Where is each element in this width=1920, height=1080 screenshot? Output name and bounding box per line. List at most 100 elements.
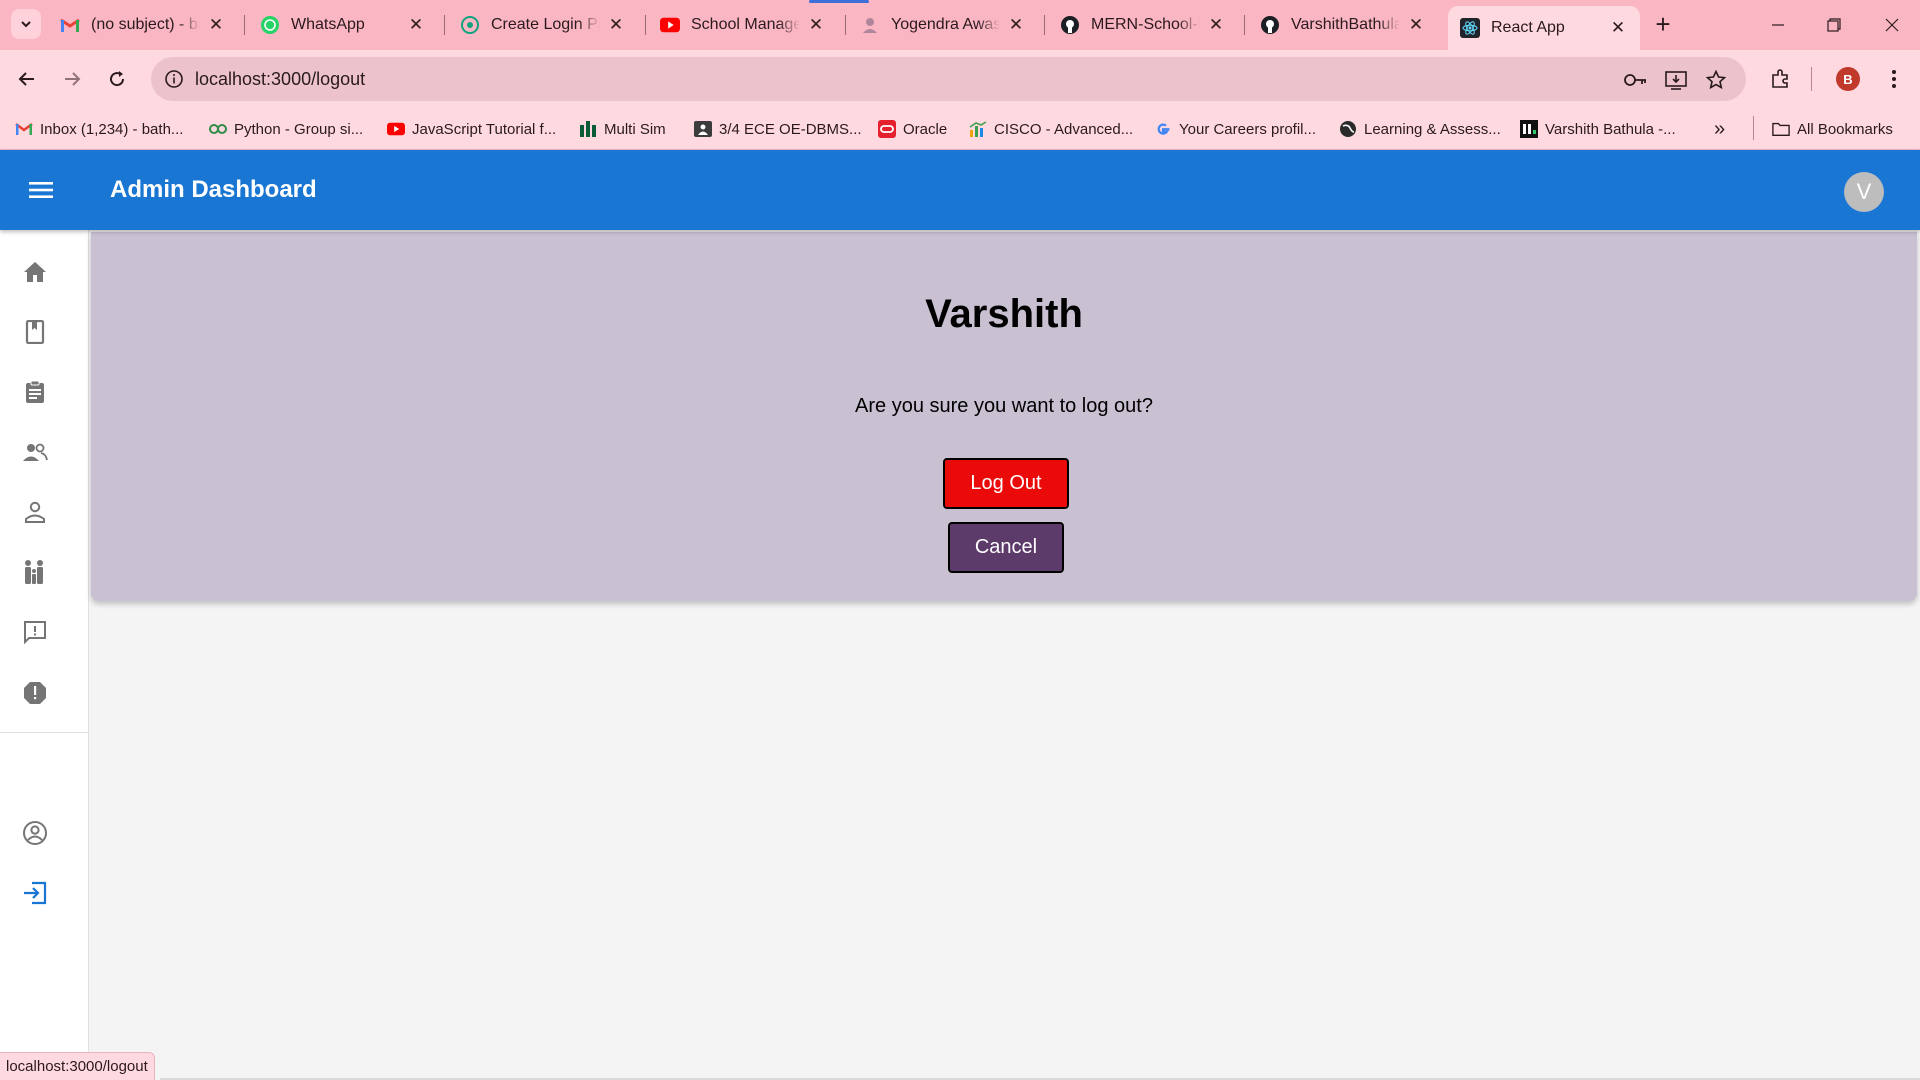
- bookmark-item[interactable]: CISCO - Advanced...: [969, 118, 1133, 140]
- browser-tab[interactable]: WhatsApp ✕: [248, 6, 438, 44]
- minimize-button[interactable]: [1750, 0, 1806, 50]
- extensions-icon[interactable]: [1767, 65, 1795, 93]
- sidebar-item-classes[interactable]: [20, 317, 50, 347]
- restore-button[interactable]: [1806, 0, 1862, 50]
- family-icon: [25, 560, 43, 584]
- browser-toolbar: localhost:3000/logout: [0, 50, 1920, 108]
- bookmark-label: JavaScript Tutorial f...: [412, 120, 557, 138]
- browser-tab[interactable]: School Management ✕: [648, 6, 838, 44]
- bookmark-item[interactable]: Python - Group si...: [209, 118, 363, 140]
- logout-button[interactable]: Log Out: [943, 458, 1069, 509]
- password-key-icon[interactable]: [1624, 68, 1648, 92]
- sidebar-item-subjects[interactable]: [20, 377, 50, 407]
- close-window-button[interactable]: [1864, 0, 1920, 50]
- cancel-button[interactable]: Cancel: [948, 522, 1064, 573]
- complaint-icon: [24, 682, 46, 704]
- bookmarks-bar: Inbox (1,234) - bath... Python - Group s…: [0, 108, 1920, 150]
- browser-tab[interactable]: VarshithBathula ✕: [1248, 6, 1438, 44]
- bookmarks-divider: [1753, 116, 1754, 140]
- browser-tab[interactable]: Create Login Page ✕: [448, 6, 638, 44]
- chart-icon: [969, 120, 987, 138]
- class-icon: [25, 320, 45, 344]
- user-name: Varshith: [925, 292, 1083, 336]
- sidebar-item-complaints[interactable]: [20, 678, 50, 708]
- close-icon[interactable]: ✕: [1608, 18, 1628, 38]
- minimize-icon: [1772, 24, 1784, 26]
- tab-search-button[interactable]: [11, 9, 41, 39]
- student-icon: [25, 501, 45, 523]
- bookmark-item[interactable]: Learning & Assess...: [1339, 118, 1501, 140]
- bookmark-item[interactable]: Multi Sim: [579, 118, 666, 140]
- info-icon[interactable]: [163, 68, 185, 90]
- close-icon[interactable]: ✕: [1206, 15, 1226, 35]
- gmail-icon: [60, 15, 80, 35]
- oracle-icon: [878, 120, 896, 138]
- bookmark-label: Python - Group si...: [234, 120, 364, 138]
- bookmark-item[interactable]: JavaScript Tutorial f...: [387, 118, 556, 140]
- bookmark-item[interactable]: Varshith Bathula -...: [1520, 118, 1676, 140]
- home-icon: [24, 262, 46, 282]
- reload-button[interactable]: [100, 62, 134, 96]
- youtube-icon: [387, 120, 405, 138]
- chatgpt-icon: [460, 15, 480, 35]
- avatar[interactable]: V: [1844, 172, 1884, 212]
- bookmark-label: Multi Sim: [604, 120, 666, 138]
- status-url-bubble: localhost:3000/logout: [0, 1052, 155, 1080]
- sidebar-item-students[interactable]: [20, 497, 50, 527]
- profile-avatar[interactable]: B: [1836, 67, 1860, 91]
- tab-loading-indicator: [809, 0, 869, 3]
- classroom-icon: [694, 120, 712, 138]
- sidebar-item-family[interactable]: [20, 557, 50, 587]
- close-icon[interactable]: ✕: [1406, 15, 1426, 35]
- close-icon: [1885, 18, 1899, 32]
- github-icon: [1060, 15, 1080, 35]
- close-icon[interactable]: ✕: [206, 15, 226, 35]
- logout-icon: [24, 881, 47, 905]
- logout-confirmation-text: Are you sure you want to log out?: [855, 395, 1153, 417]
- sidebar-item-profile[interactable]: [20, 818, 50, 848]
- tab-separator: [244, 15, 245, 35]
- bookmark-label: 3/4 ECE OE-DBMS...: [719, 120, 862, 138]
- globe-icon: [1339, 120, 1357, 138]
- close-icon[interactable]: ✕: [806, 15, 826, 35]
- tab-title: Create Login Page: [491, 16, 600, 33]
- bookmark-item[interactable]: Inbox (1,234) - bath...: [15, 118, 183, 140]
- install-app-icon[interactable]: [1664, 68, 1688, 92]
- browser-tab-active[interactable]: React App ✕: [1448, 6, 1640, 50]
- menu-toggle-button[interactable]: [22, 171, 60, 209]
- subject-icon: [26, 380, 44, 403]
- all-bookmarks-button[interactable]: All Bookmarks: [1772, 118, 1893, 140]
- sidebar-item-teachers[interactable]: [20, 437, 50, 467]
- folder-icon: [1772, 120, 1790, 138]
- bookmark-item[interactable]: 3/4 ECE OE-DBMS...: [694, 118, 862, 140]
- address-bar[interactable]: localhost:3000/logout: [151, 57, 1746, 101]
- browser-tab[interactable]: Yogendra Awasthi ✕: [848, 6, 1038, 44]
- browser-tab-strip: (no subject) - bathula... ✕ WhatsApp ✕ C…: [0, 0, 1920, 50]
- url-text: localhost:3000/logout: [195, 69, 366, 89]
- browser-tab[interactable]: MERN-School-Management ✕: [1048, 6, 1238, 44]
- browser-tab[interactable]: (no subject) - bathula... ✕: [48, 6, 238, 44]
- python-icon: [209, 120, 227, 138]
- tab-title: Yogendra Awasthi: [891, 16, 1000, 33]
- forward-button[interactable]: [55, 62, 89, 96]
- new-tab-button[interactable]: +: [1649, 8, 1677, 40]
- close-icon[interactable]: ✕: [1006, 15, 1026, 35]
- bookmark-star-icon[interactable]: [1704, 68, 1728, 92]
- back-button[interactable]: [10, 62, 44, 96]
- main-content: Varshith Are you sure you want to log ou…: [89, 230, 1920, 1080]
- person-icon: [860, 15, 880, 35]
- sidebar-item-home[interactable]: [20, 257, 50, 287]
- whatsapp-icon: [260, 15, 280, 35]
- menu-icon: [29, 182, 53, 198]
- sidebar-item-logout[interactable]: [20, 878, 50, 908]
- bookmark-label: Your Careers profil...: [1179, 120, 1317, 138]
- bookmark-item[interactable]: Your Careers profil...: [1154, 118, 1316, 140]
- close-icon[interactable]: ✕: [606, 15, 626, 35]
- tab-title: WhatsApp: [291, 16, 365, 33]
- sidebar-item-notices[interactable]: [20, 617, 50, 647]
- more-bookmarks-button[interactable]: »: [1714, 118, 1725, 140]
- bookmark-item[interactable]: Oracle: [878, 118, 947, 140]
- close-icon[interactable]: ✕: [406, 15, 426, 35]
- more-menu-icon[interactable]: [1880, 65, 1908, 93]
- teachers-icon: [23, 443, 48, 461]
